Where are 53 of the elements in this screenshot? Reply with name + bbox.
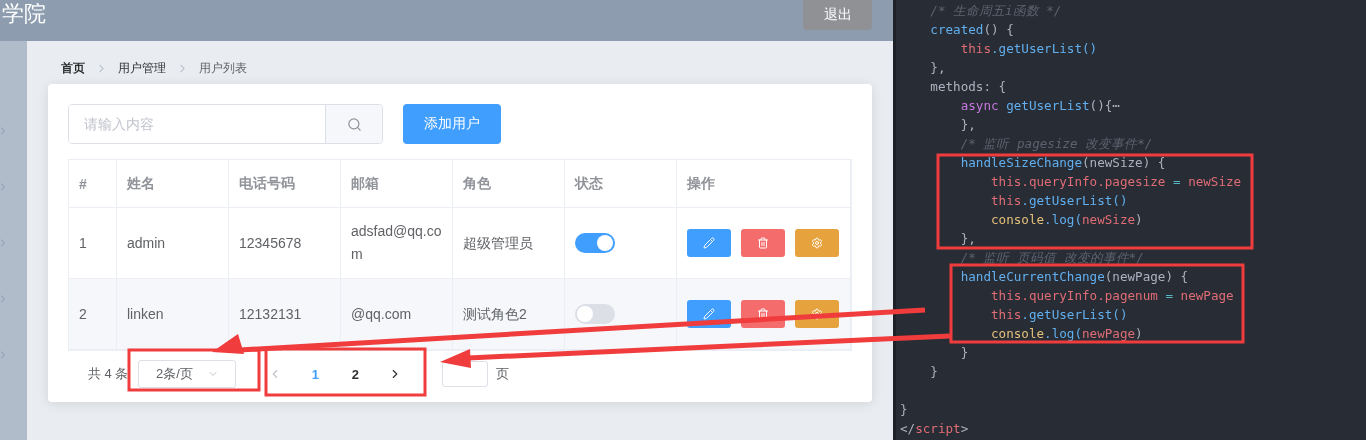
code-line: } <box>899 401 909 419</box>
code-line: }, <box>929 59 947 77</box>
breadcrumb-item[interactable]: 首页 <box>61 59 85 77</box>
code-line: async getUserList(){⋯ <box>959 97 1121 115</box>
app-title: 学院 <box>2 0 46 28</box>
search-field[interactable]: 请输入内容 <box>68 104 383 144</box>
table-cell-text: 12345678 <box>239 233 302 253</box>
code-line: }, <box>959 116 977 134</box>
table-cell-text: @qq.com <box>351 304 412 324</box>
search-icon <box>346 116 362 132</box>
code-line: methods: { <box>929 78 1008 96</box>
code-line: this.queryInfo.pagenum = newPage <box>990 287 1235 305</box>
code-line: /* 生命周五i函数 */ <box>929 2 1063 20</box>
table-cell-text: linken <box>127 304 164 324</box>
code-line: handleCurrentChange(newPage) { <box>959 268 1190 286</box>
table-cell-text: 1 <box>79 233 87 253</box>
breadcrumb-item: 用户列表 <box>199 59 247 77</box>
table-cell-text: 测试角色2 <box>463 304 527 324</box>
table-cell-text: admin <box>127 233 166 253</box>
code-line: this.getUserList() <box>959 40 1099 58</box>
pencil-icon <box>703 237 715 249</box>
breadcrumb-item[interactable]: 用户管理 <box>118 59 166 77</box>
total-count: 共 4 条 <box>88 365 129 383</box>
search-button[interactable] <box>325 105 382 143</box>
table-cell-text: 超级管理员 <box>463 233 533 253</box>
code-line: console.log(newSize) <box>990 211 1144 229</box>
trash-icon <box>757 237 769 249</box>
table-cell-text: 12132131 <box>239 304 302 324</box>
code-line: } <box>929 363 939 381</box>
table-cell-text: 2 <box>79 304 87 324</box>
edit-button[interactable] <box>687 229 731 257</box>
status-switch[interactable] <box>575 304 615 324</box>
code-line: this.getUserList() <box>990 192 1129 210</box>
code-line: handleSizeChange(newSize) { <box>959 154 1167 172</box>
table-cell-text: adsfad@qq.com <box>351 222 442 264</box>
status-switch[interactable] <box>575 233 615 253</box>
code-line: this.getUserList() <box>990 306 1129 324</box>
code-line: </script> <box>899 420 970 438</box>
code-line: }, <box>959 230 977 248</box>
code-line: /* 监听 pagesize 改变事件*/ <box>959 135 1154 153</box>
settings-icon <box>811 237 823 249</box>
code-line: console.log(newPage) <box>990 325 1144 343</box>
settings-button[interactable] <box>795 229 839 257</box>
code-line: } <box>959 344 970 362</box>
trash-icon <box>757 308 769 320</box>
code-line: this.queryInfo.pagesize = newSize <box>990 173 1243 191</box>
page-size-select[interactable]: 2条/页 <box>138 360 237 388</box>
page-size-value: 2条/页 <box>156 365 193 383</box>
pencil-icon <box>703 308 715 320</box>
page-number[interactable]: 2 <box>340 365 371 383</box>
code-line: created() { <box>929 21 1015 39</box>
delete-button[interactable] <box>741 229 785 257</box>
jump-suffix: 页 <box>496 365 510 383</box>
